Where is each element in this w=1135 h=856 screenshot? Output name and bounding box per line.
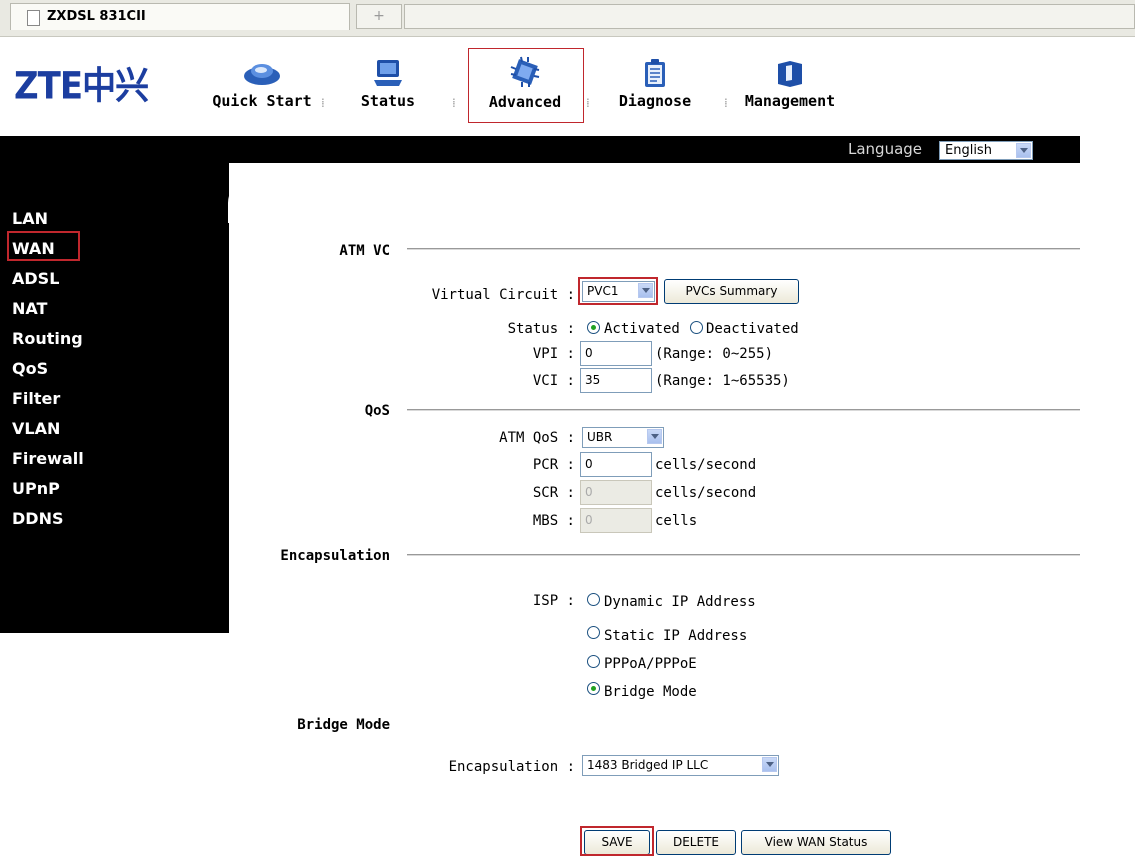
nav-label: Quick Start [212,92,312,110]
virtual-circuit-label: Virtual Circuit : [431,287,575,303]
browser-tab[interactable]: ZXDSL 831CII [10,3,350,30]
delete-button[interactable]: DELETE [656,830,736,855]
nav-quick-start[interactable]: Quick Start [206,58,318,110]
vpi-range: (Range: 0~255) [655,346,774,362]
sidebar-item-adsl[interactable]: ADSL [12,269,59,288]
mbs-unit: cells [655,513,698,529]
save-button-highlight [580,826,654,856]
atm-qos-select[interactable]: UBR [582,427,664,448]
section-divider [407,554,1080,556]
selected-nav-highlight [468,48,584,123]
scr-label: SCR : [532,485,575,501]
nav-separator: ⁞ [724,96,728,110]
book-icon [778,61,802,87]
sidebar-item-vlan[interactable]: VLAN [12,419,60,438]
chevron-down-icon [762,757,777,772]
pcr-input[interactable]: 0 [580,452,652,477]
status-deactivated-radio[interactable] [690,321,703,334]
vci-label: VCI : [532,373,575,389]
nav-separator: ⁞ [321,96,325,110]
selected-sidebar-highlight [7,231,80,261]
sidebar-item-qos[interactable]: QoS [12,359,48,378]
section-title-atm-vc: ATM VC [339,243,390,259]
nav-label: Diagnose [618,92,692,110]
nav-label: Status [360,92,416,110]
pcr-label: PCR : [532,457,575,473]
nav-diagnose[interactable]: Diagnose [609,58,701,110]
nav-separator: ⁞ [452,96,456,110]
isp-option-label: Bridge Mode [604,684,697,700]
sidebar-item-firewall[interactable]: Firewall [12,449,84,468]
view-wan-status-button[interactable]: View WAN Status [741,830,891,855]
browser-tab-title: ZXDSL 831CII [47,9,146,24]
vci-range: (Range: 1~65535) [655,373,790,389]
atm-qos-label: ATM QoS : [499,430,575,446]
mbs-input[interactable]: 0 [580,508,652,533]
nav-separator: ⁞ [586,96,590,110]
section-divider [407,409,1080,411]
sidebar-item-lan[interactable]: LAN [12,209,48,228]
sidebar-item-upnp[interactable]: UPnP [12,479,60,498]
isp-pppoa-pppoe-radio[interactable] [587,655,600,668]
tab-strip-empty [404,4,1135,29]
isp-option-label: PPPoA/PPPoE [604,656,697,672]
laptop-icon [374,60,402,86]
vpi-input[interactable]: 0 [580,341,652,366]
nav-management[interactable]: Management [730,58,850,110]
bridge-encapsulation-value: 1483 Bridged IP LLC [587,758,709,772]
sidebar-item-ddns[interactable]: DDNS [12,509,63,528]
bridge-encapsulation-select[interactable]: 1483 Bridged IP LLC [582,755,779,776]
sidebar-item-routing[interactable]: Routing [12,329,83,348]
new-tab-button[interactable]: + [356,4,402,29]
nav-label: Management [744,92,836,110]
section-title-qos: QoS [364,403,390,419]
scr-input[interactable]: 0 [580,480,652,505]
car-icon [244,64,280,85]
status-deactivated-label: Deactivated [706,321,799,337]
language-value: English [945,143,992,158]
page-icon [27,10,40,26]
sidebar-item-nat[interactable]: NAT [12,299,47,318]
pcr-unit: cells/second [655,457,757,473]
section-title-encapsulation: Encapsulation [280,548,390,564]
bridge-encapsulation-label: Encapsulation : [448,759,575,775]
content-corner [228,163,348,223]
mbs-label: MBS : [532,513,575,529]
pvcs-summary-button[interactable]: PVCs Summary [664,279,799,304]
isp-option-label: Static IP Address [604,628,748,644]
chevron-down-icon [1016,143,1031,158]
vpi-label: VPI : [532,346,575,362]
language-label: Language [848,140,923,158]
virtual-circuit-highlight [578,277,658,305]
isp-label: ISP : [532,593,575,609]
status-activated-radio[interactable] [587,321,600,334]
isp-dynamic-ip-radio[interactable] [587,593,600,606]
atm-qos-value: UBR [587,430,613,444]
zte-logo: ZTE中兴 [14,64,149,109]
section-divider [407,248,1080,250]
clipboard-icon [645,59,665,87]
sidebar-item-filter[interactable]: Filter [12,389,60,408]
vci-input[interactable]: 35 [580,368,652,393]
section-title-bridge-mode: Bridge Mode [297,717,390,733]
chevron-down-icon [647,429,662,444]
isp-static-ip-radio[interactable] [587,626,600,639]
scr-unit: cells/second [655,485,757,501]
status-label: Status : [507,321,575,337]
language-select[interactable]: English [939,141,1033,160]
isp-bridge-mode-radio[interactable] [587,682,600,695]
nav-status[interactable]: Status [356,58,420,110]
isp-option-label: Dynamic IP Address [604,594,756,610]
status-activated-label: Activated [604,321,680,337]
